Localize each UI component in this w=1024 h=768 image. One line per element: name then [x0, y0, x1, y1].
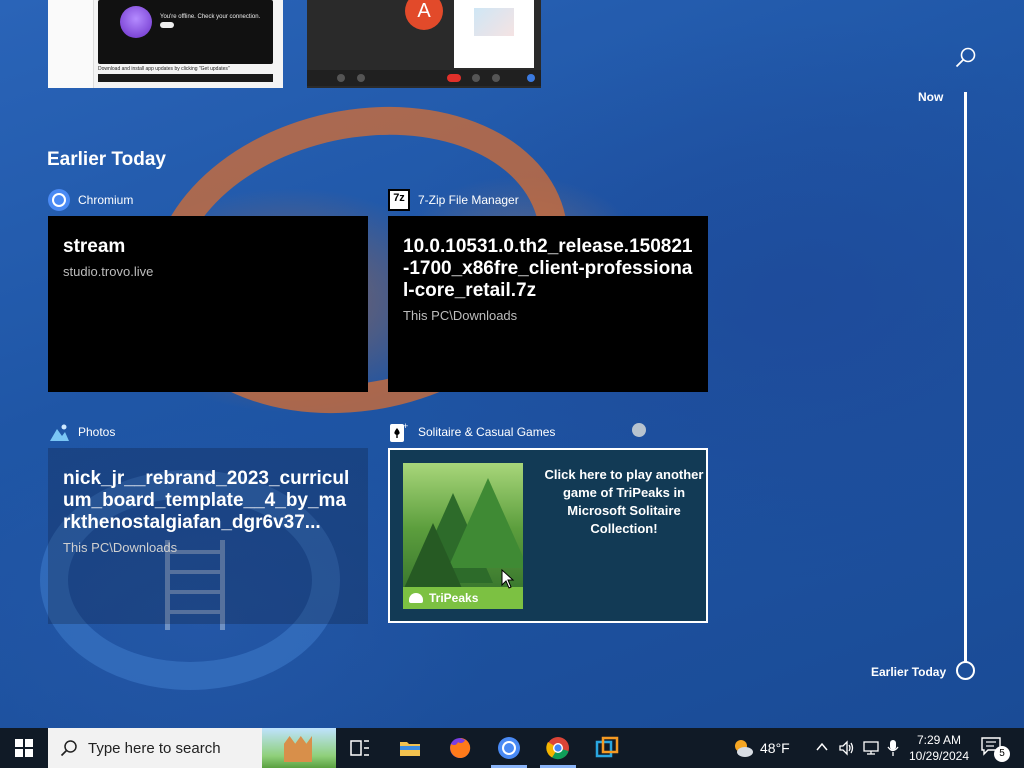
task-view-icon[interactable] — [348, 736, 372, 760]
chrome-icon[interactable] — [546, 736, 570, 760]
weather-cloud-icon — [735, 740, 753, 757]
timeline-now-label[interactable]: Now — [918, 90, 943, 104]
search-icon — [60, 740, 77, 757]
file-explorer-icon[interactable] — [398, 736, 422, 760]
offline-message: You're offline. Check your connection. — [160, 14, 261, 20]
chevron-up-icon[interactable] — [815, 740, 829, 754]
start-button[interactable] — [0, 728, 48, 768]
thumbnail-toolbar — [307, 70, 541, 86]
timeline-handle[interactable] — [956, 661, 975, 680]
thumbnail-illustration — [474, 8, 514, 36]
app-name: Photos — [78, 425, 116, 439]
chromium-icon — [48, 189, 70, 211]
avatar: A — [405, 0, 443, 30]
chromium-icon[interactable] — [497, 736, 521, 760]
svg-text:+: + — [403, 421, 408, 431]
system-clock[interactable]: 7:29 AM 10/29/2024 — [906, 732, 972, 764]
thumbnail-caption: Download and install app updates by clic… — [98, 66, 230, 72]
clock-time: 7:29 AM — [916, 733, 962, 747]
retry-pill — [160, 22, 174, 28]
activity-title: stream — [63, 236, 126, 257]
activity-subtitle: This PC\Downloads — [63, 540, 178, 555]
photos-icon — [50, 424, 69, 441]
timeline-earlier-label[interactable]: Earlier Today — [871, 665, 946, 679]
activity-subtitle: This PC\Downloads — [403, 308, 518, 323]
timeline-scrubber[interactable] — [964, 92, 967, 662]
activity-card-chromium[interactable]: stream studio.trovo.live — [48, 216, 368, 392]
app-label-photos: Photos — [48, 421, 115, 443]
solitaire-promo: Click here to play another game of TriPe… — [544, 467, 704, 536]
app-label-chromium: Chromium — [48, 189, 133, 211]
activity-title: nick_jr__rebrand_2023_curriculum_board_t… — [63, 468, 350, 533]
search-placeholder: Type here to search — [88, 739, 221, 757]
section-title: Earlier Today — [47, 149, 166, 170]
notification-center-button[interactable]: 5 — [980, 736, 1010, 762]
app-name: Chromium — [78, 193, 134, 207]
timeline-thumbnail-call[interactable]: A — [307, 0, 541, 88]
volume-icon[interactable] — [838, 739, 856, 757]
virtual-machine-icon[interactable] — [595, 736, 619, 760]
taskbar: Type here to search 48°F 7:29 AM 10/29/2… — [0, 728, 1024, 768]
network-icon[interactable] — [862, 739, 880, 757]
timeline-thumbnail-offline[interactable]: You're offline. Check your connection. D… — [48, 0, 283, 88]
microphone-icon[interactable] — [886, 739, 900, 757]
taskbar-search-box[interactable]: Type here to search — [48, 728, 336, 768]
7zip-icon: 7z — [388, 189, 410, 211]
firefox-icon[interactable] — [448, 736, 472, 760]
thumbnail-sidebar — [48, 0, 94, 88]
card-fan-icon — [409, 593, 423, 603]
activity-card-7zip[interactable]: 10.0.10531.0.th2_release.150821-1700_x86… — [388, 216, 708, 392]
weather-temperature: 48°F — [760, 740, 790, 756]
app-name: 7-Zip File Manager — [418, 193, 519, 207]
activity-card-solitaire[interactable]: TriPeaks Click here to play another game… — [388, 448, 708, 623]
activity-card-photos[interactable]: nick_jr__rebrand_2023_curriculum_board_t… — [48, 448, 368, 624]
search-icon[interactable] — [954, 46, 978, 70]
app-label-7zip: 7z 7-Zip File Manager — [388, 189, 519, 211]
activity-subtitle: studio.trovo.live — [63, 264, 154, 279]
app-label-solitaire: + Solitaire & Casual Games — [388, 421, 555, 443]
astronaut-icon — [120, 6, 152, 38]
activity-title: 10.0.10531.0.th2_release.150821-1700_x86… — [403, 236, 693, 301]
tripeaks-label: TriPeaks — [403, 587, 523, 609]
thumbnail-panel — [454, 0, 534, 68]
mouse-cursor-icon — [501, 569, 515, 589]
dot-indicator — [632, 423, 646, 437]
search-highlight-image — [262, 728, 336, 768]
windows-icon — [15, 739, 33, 757]
app-name: Solitaire & Casual Games — [418, 425, 556, 439]
thumbnail-taskbar — [98, 74, 273, 82]
solitaire-icon: + — [390, 421, 408, 442]
weather-widget[interactable]: 48°F — [732, 728, 790, 768]
notification-badge: 5 — [994, 746, 1010, 762]
clock-date: 10/29/2024 — [908, 749, 970, 763]
